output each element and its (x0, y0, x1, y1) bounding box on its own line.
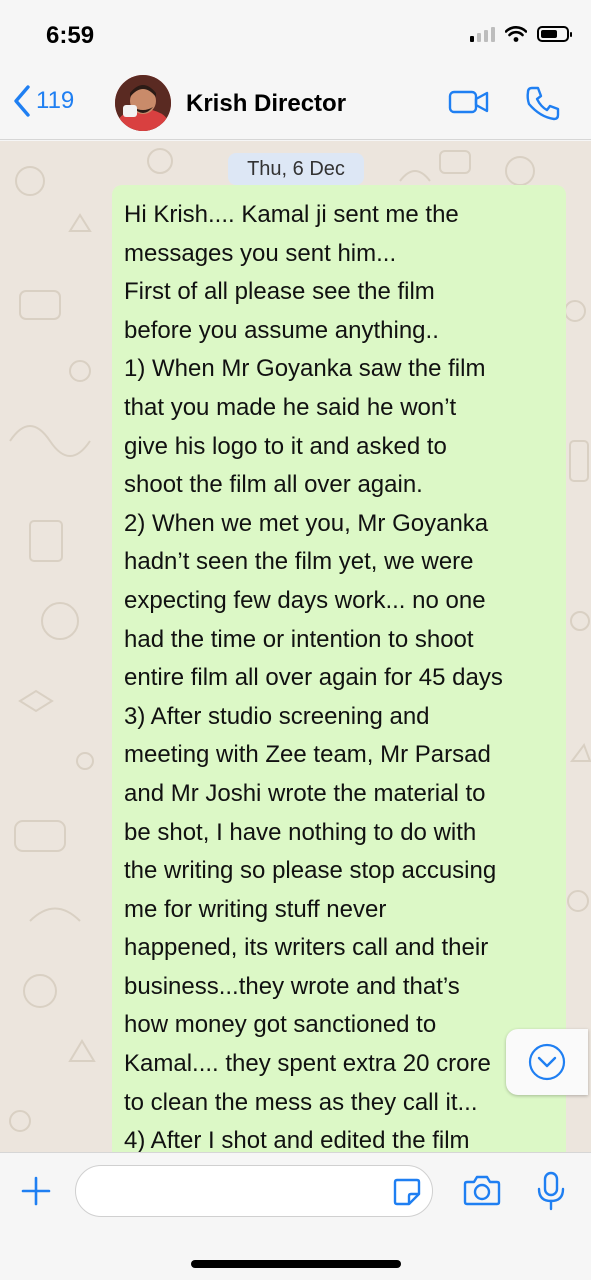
phone-icon (526, 86, 560, 121)
message-line: to clean the mess as they call it... (124, 1088, 478, 1116)
message-line: happened, its writers call and their (124, 934, 489, 962)
avatar[interactable] (115, 75, 171, 131)
message-line: the writing so please stop accusing (124, 857, 497, 885)
message-line: 3) After studio screening and (124, 702, 430, 730)
message-line: 2) When we met you, Mr Goyanka (124, 509, 489, 537)
input-bar (0, 1152, 591, 1280)
message-line: entire film all over again for 45 days (124, 664, 503, 692)
message-line: messages you sent him... (124, 239, 397, 267)
status-icons (470, 26, 572, 42)
date-chip: Thu, 6 Dec (228, 153, 364, 185)
message-input[interactable] (75, 1165, 433, 1217)
message-line: give his logo to it and asked to (124, 432, 447, 460)
message-line: business...they wrote and that’s (124, 972, 460, 1000)
video-camera-icon (448, 90, 489, 114)
message-line: meeting with Zee team, Mr Parsad (124, 741, 491, 769)
message-line: Hi Krish.... Kamal ji sent me the (124, 201, 459, 228)
attach-button[interactable] (20, 1175, 52, 1212)
microphone-icon (537, 1171, 565, 1211)
message-line: expecting few days work... no one (124, 586, 486, 614)
message-line: First of all please see the film (124, 278, 435, 306)
camera-button[interactable] (463, 1173, 501, 1212)
message-line: 1) When Mr Goyanka saw the film (124, 355, 486, 383)
signal-bars-icon (470, 26, 495, 42)
chevron-down-circle-icon (528, 1043, 566, 1081)
message-bubble[interactable]: Hi Krish.... Kamal ji sent me the message… (112, 185, 566, 1152)
battery-icon (537, 26, 572, 42)
message-line: me for writing stuff never (124, 895, 387, 923)
camera-icon (463, 1175, 501, 1206)
chat-header: 119 Krish Director (0, 68, 591, 140)
message-line: 4) After I shot and edited the film (124, 1127, 470, 1152)
back-button[interactable]: 119 (12, 84, 74, 118)
message-line: had the time or intention to shoot (124, 625, 474, 653)
sticker-button[interactable] (392, 1177, 422, 1212)
contact-name[interactable]: Krish Director (186, 90, 346, 118)
chevron-left-icon (14, 85, 30, 117)
message-line: be shot, I have nothing to do with (124, 818, 477, 846)
message-line: how money got sanctioned to (124, 1011, 437, 1039)
home-indicator (191, 1260, 401, 1268)
message-line: before you assume anything.. (124, 316, 439, 344)
sticker-icon (393, 1178, 421, 1206)
video-call-button[interactable] (448, 88, 490, 121)
microphone-button[interactable] (536, 1171, 566, 1216)
unread-count: 119 (36, 87, 75, 114)
voice-call-button[interactable] (524, 84, 562, 127)
message-line: Kamal.... they spent extra 20 crore (124, 1050, 491, 1078)
scroll-to-bottom-button[interactable] (506, 1029, 588, 1095)
message-line: that you made he said he won’t (124, 393, 457, 421)
chat-area[interactable]: Thu, 6 Dec Hi Krish.... Kamal ji sent me… (0, 141, 591, 1152)
wifi-icon (505, 26, 527, 42)
message-line: shoot the film all over again. (124, 471, 423, 499)
status-time: 6:59 (46, 22, 95, 49)
status-bar: 6:59 (0, 0, 591, 68)
message-line: and Mr Joshi wrote the material to (124, 779, 486, 807)
plus-icon (21, 1176, 51, 1206)
message-line: hadn’t seen the film yet, we were (124, 548, 474, 576)
